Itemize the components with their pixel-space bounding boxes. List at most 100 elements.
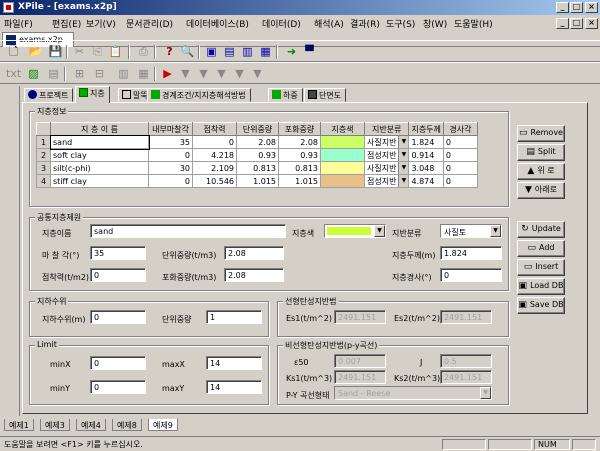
pile-graph2-icon[interactable]: ⊟: [92, 67, 107, 81]
pile-graph-icon[interactable]: ⊞: [72, 67, 87, 81]
column-header[interactable]: 지 층 이 름: [50, 122, 149, 136]
strata-color-cell[interactable]: [320, 174, 365, 188]
strata-name-cell[interactable]: silt(c-phi): [50, 161, 149, 175]
result-down-icon[interactable]: ▼: [178, 67, 193, 81]
strata-color-cell[interactable]: [320, 161, 365, 175]
column-header[interactable]: 지반분류: [363, 122, 410, 136]
tab-load[interactable]: 하중: [268, 88, 303, 102]
saturated-weight-input[interactable]: 2.08: [224, 268, 284, 282]
table-row[interactable]: 4 stiff clay 0 10.546 1.015 1.015 점성지반 ▼ 4.874 0: [36, 174, 478, 188]
tab-boundary[interactable]: 경계조건/지지층해석방법: [147, 88, 251, 102]
remove-button[interactable]: ▭ Remove: [517, 125, 565, 142]
maximize-button[interactable]: □: [570, 2, 583, 13]
menu-help[interactable]: 도움말(H): [454, 17, 493, 30]
export-icon[interactable]: ➜: [284, 45, 299, 59]
column-header[interactable]: 점착력: [192, 122, 237, 136]
menu-analysis[interactable]: 해석(A): [314, 17, 344, 30]
tab-example-4[interactable]: 예제4: [76, 419, 106, 431]
es2-input[interactable]: 2491.151: [440, 310, 492, 324]
strata-name-cell[interactable]: sand: [49, 134, 150, 150]
window-icon[interactable]: ▀: [302, 45, 317, 59]
friction-angle-input[interactable]: 35: [90, 246, 146, 260]
add-button[interactable]: ▭ Add: [517, 240, 565, 257]
friction-angle-cell[interactable]: 0: [148, 148, 193, 162]
ks2-input[interactable]: 2491.151: [440, 370, 492, 384]
tab-example-3[interactable]: 예제3: [40, 419, 70, 431]
column-header[interactable]: 지층색: [320, 122, 365, 136]
unit-weight-cell[interactable]: 0.93: [236, 148, 279, 162]
maxx-input[interactable]: 14: [206, 356, 262, 370]
table-row[interactable]: 1 sand 35 0 2.08 2.08 사질지반 ▼ 1.824 0: [36, 134, 478, 150]
minx-input[interactable]: 0: [90, 356, 146, 370]
j-input[interactable]: 0.5: [440, 354, 492, 368]
miny-input[interactable]: 0: [90, 380, 146, 394]
context-help-icon[interactable]: 🔍: [180, 45, 195, 59]
maxy-input[interactable]: 14: [206, 380, 262, 394]
thickness-cell[interactable]: 1.824: [408, 135, 444, 149]
result-down2-icon[interactable]: ▼: [196, 67, 211, 81]
copy-icon[interactable]: ⎘: [90, 45, 105, 59]
saturated-weight-cell[interactable]: 0.93: [278, 148, 321, 162]
cohesion-cell[interactable]: 0: [192, 135, 237, 149]
column-header[interactable]: 포화중량: [278, 122, 321, 136]
tab-example-8[interactable]: 예제8: [112, 419, 142, 431]
column-header[interactable]: 내부마찰각: [148, 122, 193, 136]
model-icon[interactable]: ▨: [26, 67, 41, 81]
tab-strata[interactable]: 지층: [75, 86, 110, 103]
menu-database[interactable]: 데이터베이스(B): [186, 17, 249, 30]
es1-input[interactable]: 2491.151: [334, 310, 386, 324]
saturated-weight-cell[interactable]: 2.08: [278, 135, 321, 149]
inclination-cell[interactable]: 0: [442, 174, 478, 188]
water-level-input[interactable]: 0: [90, 310, 146, 324]
strata-color-dropdown[interactable]: ▼: [324, 224, 386, 238]
ks1-input[interactable]: 2491.151: [334, 370, 386, 384]
unit-weight-cell[interactable]: 0.813: [236, 161, 279, 175]
chart2-icon[interactable]: ▦: [136, 67, 151, 81]
open-folder-icon[interactable]: 📂: [28, 45, 43, 59]
unit-weight-cell[interactable]: 1.015: [236, 174, 279, 188]
data-icon[interactable]: ▤: [46, 67, 61, 81]
cohesion-cell[interactable]: 2.109: [192, 161, 237, 175]
close-button[interactable]: ×: [585, 2, 598, 13]
column-header[interactable]: 지층두께: [408, 122, 444, 136]
friction-angle-cell[interactable]: 30: [148, 161, 193, 175]
strata-name-input[interactable]: sand: [90, 224, 286, 238]
minimize-button[interactable]: _: [556, 2, 569, 13]
menu-edit[interactable]: 편집(E): [52, 17, 81, 30]
menu-view[interactable]: 보기(V): [86, 17, 116, 30]
menu-window[interactable]: 창(W): [423, 17, 447, 30]
water-unit-weight-input[interactable]: 1: [206, 310, 262, 324]
run-analysis-icon[interactable]: ▶: [160, 67, 175, 81]
text-icon[interactable]: txt: [6, 67, 21, 81]
e50-input[interactable]: 0.007: [334, 354, 386, 368]
cascade-windows-icon[interactable]: ▣: [204, 45, 219, 59]
update-button[interactable]: ↻ Update: [517, 221, 565, 238]
saturated-weight-cell[interactable]: 0.813: [278, 161, 321, 175]
print-icon[interactable]: ⎙: [136, 45, 151, 59]
menu-tools[interactable]: 도구(S): [386, 17, 415, 30]
tile-vertical-icon[interactable]: ▥: [240, 45, 255, 59]
inclination-cell[interactable]: 0: [442, 148, 478, 162]
cohesion-input[interactable]: 0: [90, 268, 146, 282]
tab-example-9[interactable]: 예제9: [148, 419, 178, 431]
strata-color-cell[interactable]: [320, 148, 365, 162]
inclination-cell[interactable]: 0: [442, 135, 478, 149]
py-curve-dropdown[interactable]: Sand - Reese ▼: [334, 386, 492, 400]
table-row[interactable]: 2 soft clay 0 4.218 0.93 0.93 점성지반 ▼ 0.914 0: [36, 148, 478, 162]
saturated-weight-cell[interactable]: 1.015: [278, 174, 321, 188]
ground-class-cell[interactable]: 점성지반 ▼: [363, 174, 410, 188]
cohesion-cell[interactable]: 10.546: [192, 174, 237, 188]
thickness-cell[interactable]: 0.914: [408, 148, 444, 162]
doc-close-button[interactable]: ×: [585, 18, 598, 29]
doc-restore-button[interactable]: □: [570, 18, 583, 29]
friction-angle-cell[interactable]: 0: [148, 174, 193, 188]
column-header[interactable]: 경사각: [442, 122, 478, 136]
friction-angle-cell[interactable]: 35: [148, 135, 193, 149]
ground-class-cell[interactable]: 점성지반 ▼: [363, 148, 410, 162]
result-down3-icon[interactable]: ▼: [214, 67, 229, 81]
table-row[interactable]: 3 silt(c-phi) 30 2.109 0.813 0.813 사질지반 ▼ 3.048 0: [36, 161, 478, 175]
tab-example-1[interactable]: 예제1: [4, 419, 34, 431]
unit-weight-cell[interactable]: 2.08: [236, 135, 279, 149]
insert-button[interactable]: ▭ Insert: [517, 259, 565, 276]
cut-icon[interactable]: ✂: [72, 45, 87, 59]
